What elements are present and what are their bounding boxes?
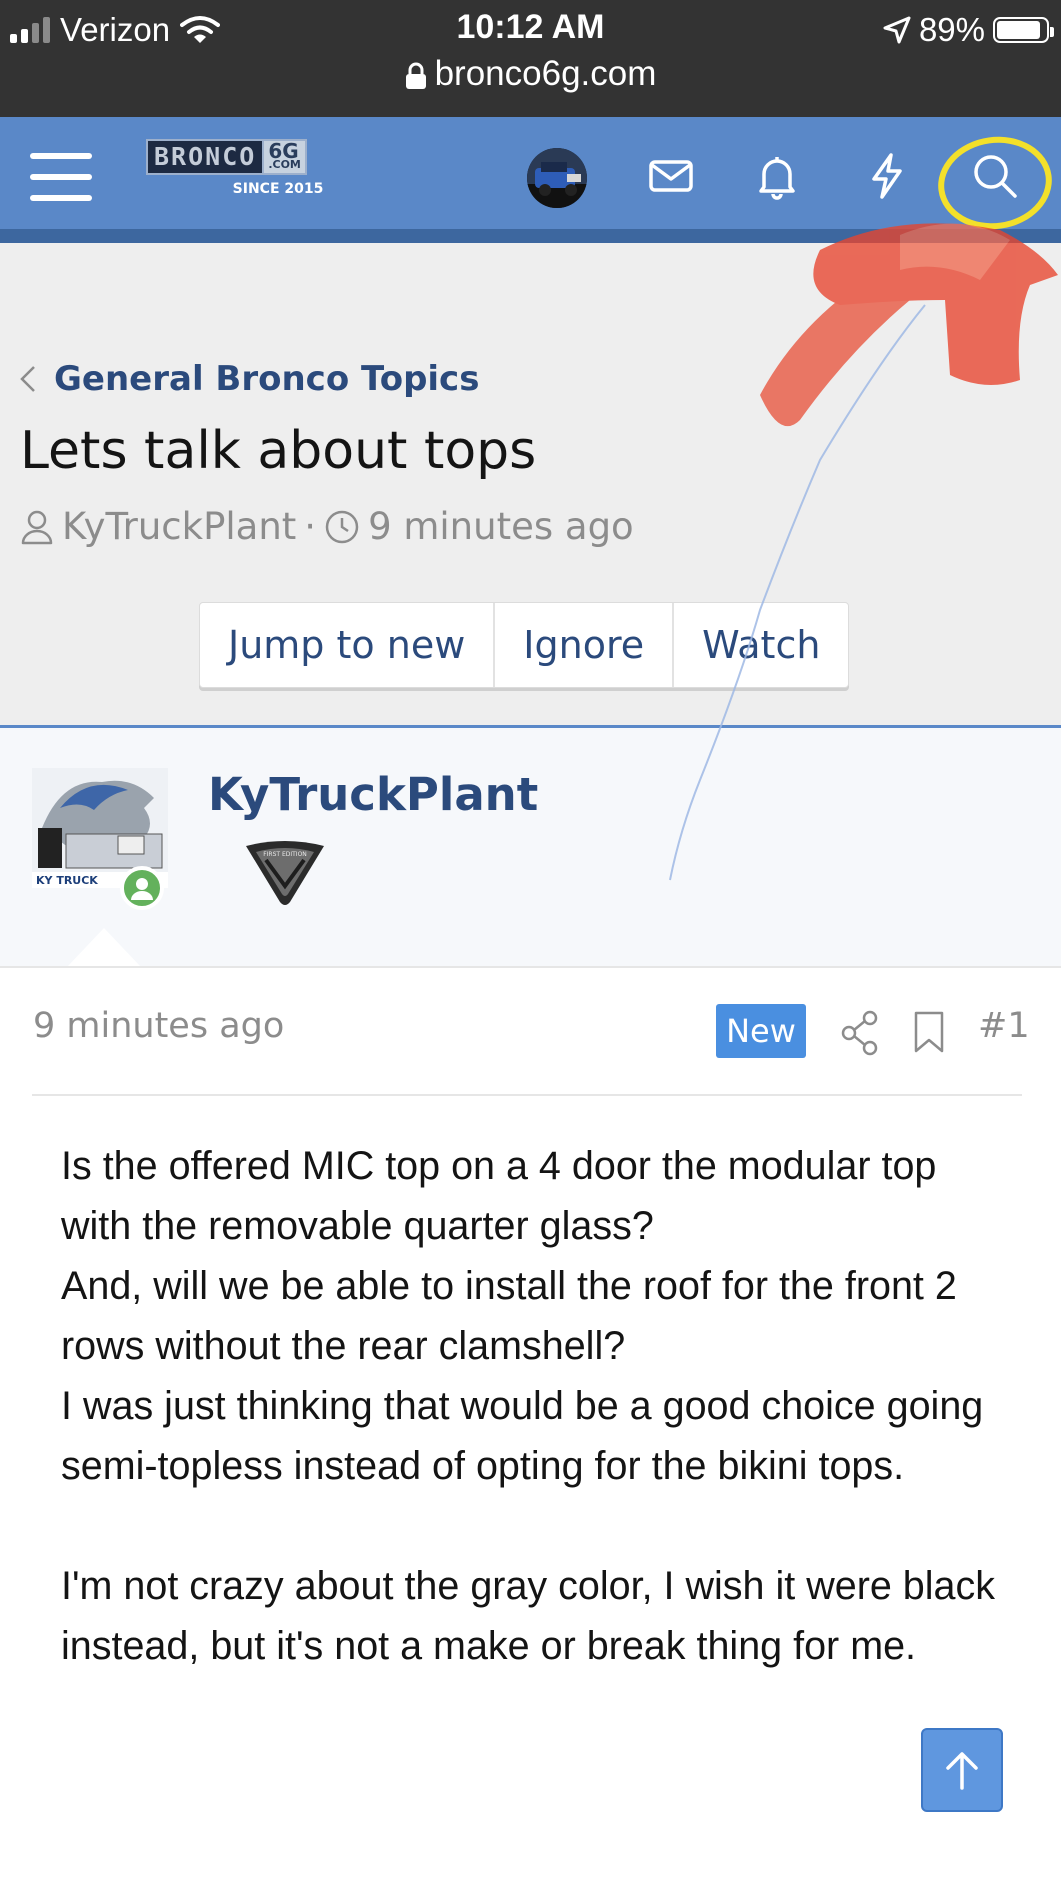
thread-meta: KyTruckPlant · 9 minutes ago [20,505,634,548]
envelope-icon[interactable] [646,151,696,201]
avatar[interactable] [527,148,587,208]
site-header: BRONCO 6G .COM SINCE 2015 [0,117,1061,243]
logo-bronco-text: BRONCO [146,139,265,175]
arrow-up-icon [946,1752,978,1790]
status-right: 89% [883,10,1054,50]
page-title: Lets talk about tops [20,421,537,481]
location-arrow-icon [883,16,911,44]
new-badge: New [716,1004,806,1058]
battery-level [997,21,1040,39]
logo-tagline: SINCE 2015 [232,181,324,197]
post-paragraph: Is the offered MIC top on a 4 door the m… [61,1144,984,1488]
breadcrumb[interactable]: General Bronco Topics [20,359,479,399]
chevron-left-icon [20,366,35,392]
clock-icon [325,510,359,543]
status-bar: Verizon 10:12 AM 89% bronco6g.com [0,0,1061,117]
share-icon[interactable] [840,1010,880,1056]
watch-button[interactable]: Watch [674,603,848,687]
thread-action-buttons: Jump to new Ignore Watch [199,602,850,688]
thread-author[interactable]: KyTruckPlant [62,505,296,548]
post-divider [32,1094,1022,1096]
bell-icon[interactable] [752,151,802,201]
post-meta-bar: 9 minutes ago New #1 [0,966,1061,1096]
menu-icon[interactable] [30,153,92,201]
thread-header: General Bronco Topics Lets talk about to… [0,243,1061,728]
post-time[interactable]: 9 minutes ago [33,1006,284,1046]
logo-wordmark: BRONCO 6G .COM [146,139,307,175]
avatar-caption: KY TRUCK [36,874,98,887]
battery-percent: 89% [918,11,985,48]
site-logo[interactable]: BRONCO 6G .COM SINCE 2015 [146,139,410,205]
user-icon [21,510,53,544]
address-bar[interactable]: bronco6g.com [0,54,1061,94]
thread-age: 9 minutes ago [368,505,634,548]
url-text: bronco6g.com [434,54,657,93]
post-paragraph: I'm not crazy about the gray color, I wi… [61,1564,1006,1668]
bolt-icon[interactable] [862,151,912,201]
logo-com-text: .COM [268,158,301,171]
post-author-block: KY TRUCK KyTruckPlant FIRST EDITION [0,728,1061,968]
post-paragraph-spacer [61,1496,1001,1556]
message-pointer [68,928,140,966]
badge-text: FIRST EDITION [263,851,307,858]
lock-icon [405,62,426,89]
scroll-to-top-button[interactable] [921,1728,1003,1812]
post-body: Is the offered MIC top on a 4 door the m… [61,1136,1001,1676]
post-number-link[interactable]: #1 [978,1006,1030,1046]
battery-icon [993,17,1054,43]
bookmark-icon[interactable] [912,1010,946,1054]
ignore-button[interactable]: Ignore [495,603,675,687]
logo-6g-block: 6G .COM [264,139,307,175]
logo-6g-text: 6G [268,139,299,163]
jump-to-new-button[interactable]: Jump to new [200,603,496,687]
breadcrumb-link[interactable]: General Bronco Topics [54,359,479,399]
post-username[interactable]: KyTruckPlant [208,768,538,821]
first-edition-badge-icon: FIRST EDITION [246,841,324,905]
avatar-truck-image [527,148,587,208]
search-highlight-circle [932,129,1058,237]
online-status-icon [120,866,164,910]
meta-separator: · [304,505,317,548]
